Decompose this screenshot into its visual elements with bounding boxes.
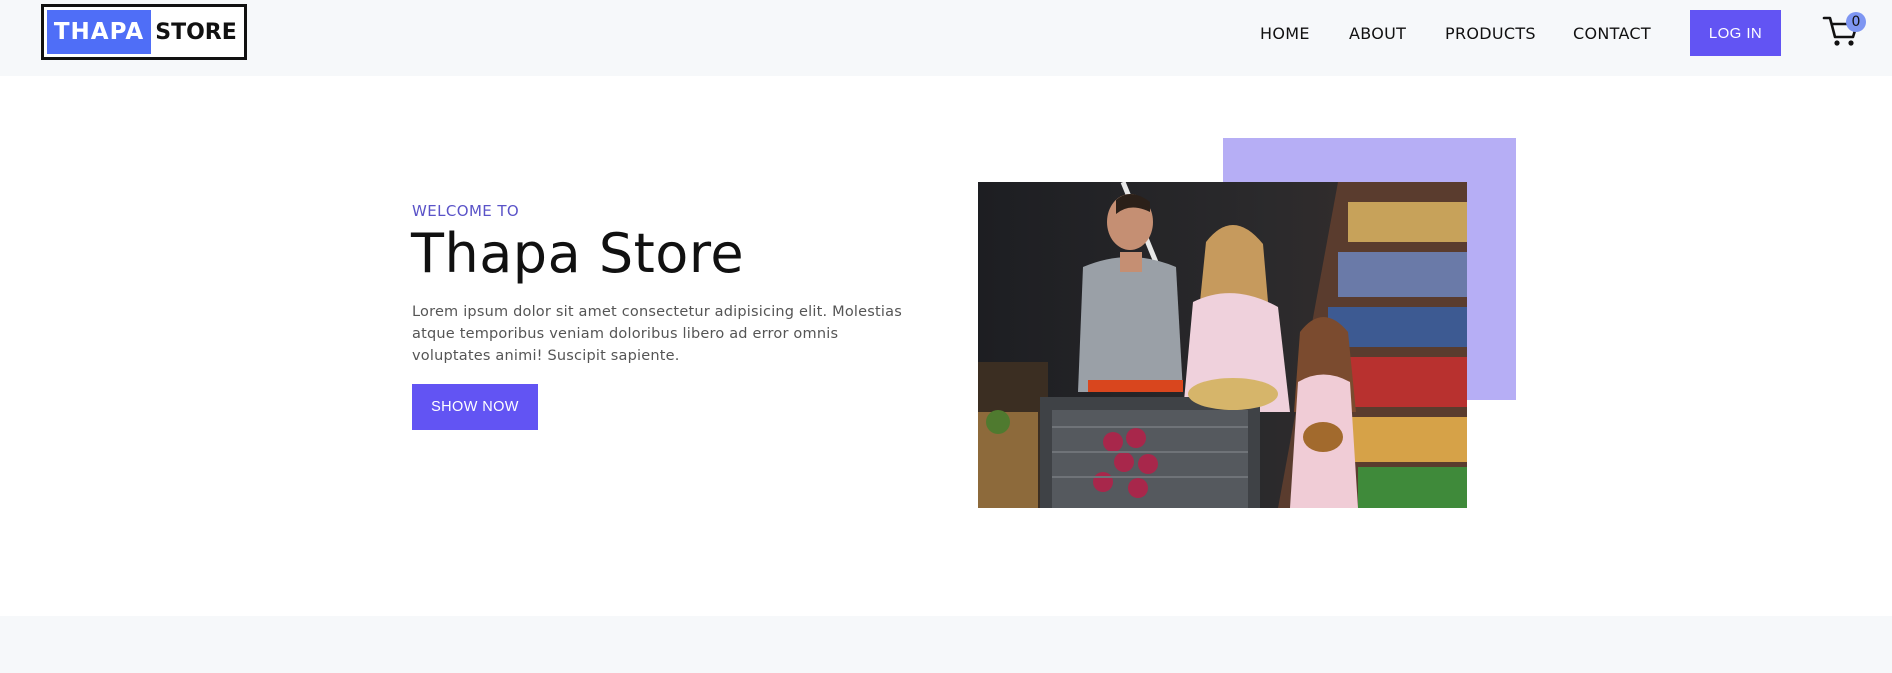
store-logo[interactable]: THAPA STORE <box>41 4 247 60</box>
logo-word-thapa: THAPA <box>47 10 151 54</box>
login-button[interactable]: LOG IN <box>1690 10 1781 56</box>
hero-description: Lorem ipsum dolor sit amet consectetur a… <box>412 304 902 364</box>
hero-welcome-text: WELCOME TO <box>412 202 520 220</box>
site-header: THAPA STORE HOME ABOUT PRODUCTS CONTACT … <box>0 0 1892 76</box>
hero-title: Thapa Store <box>411 222 745 285</box>
nav-contact[interactable]: CONTACT <box>1573 24 1651 43</box>
nav-about[interactable]: ABOUT <box>1349 24 1406 43</box>
nav-products[interactable]: PRODUCTS <box>1445 24 1536 43</box>
show-now-button[interactable]: SHOW NOW <box>412 384 538 430</box>
cart-count-badge: 0 <box>1846 12 1866 32</box>
logo-word-store: STORE <box>155 19 237 45</box>
next-section-band <box>0 616 1892 673</box>
nav-home[interactable]: HOME <box>1260 24 1310 43</box>
hero-image-family-shopping <box>978 182 1467 508</box>
